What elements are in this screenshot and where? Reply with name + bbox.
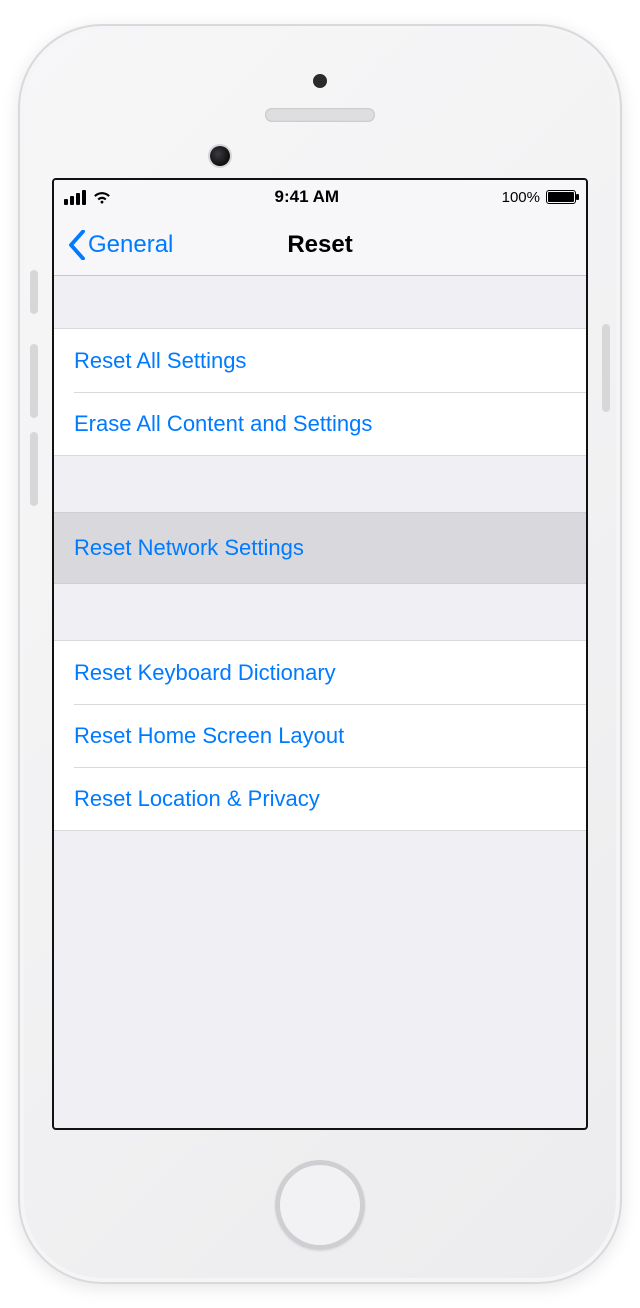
row-label: Erase All Content and Settings: [74, 411, 372, 437]
reset-all-settings-row[interactable]: Reset All Settings: [54, 329, 586, 392]
status-time: 9:41 AM: [275, 187, 340, 207]
row-label: Reset Network Settings: [74, 535, 304, 561]
status-bar: 9:41 AM 100%: [54, 180, 586, 214]
reset-location-privacy-row[interactable]: Reset Location & Privacy: [54, 767, 586, 830]
chevron-left-icon: [68, 230, 86, 260]
earpiece-speaker: [265, 108, 375, 122]
mute-switch: [30, 270, 38, 314]
reset-home-screen-layout-row[interactable]: Reset Home Screen Layout: [54, 704, 586, 767]
reset-keyboard-dictionary-row[interactable]: Reset Keyboard Dictionary: [54, 641, 586, 704]
home-button[interactable]: [275, 1160, 365, 1250]
row-label: Reset All Settings: [74, 348, 246, 374]
sensor-dot: [313, 74, 327, 88]
group-general-reset: Reset All Settings Erase All Content and…: [54, 328, 586, 456]
section-spacer: [54, 456, 586, 512]
power-button: [602, 324, 610, 412]
group-other-resets: Reset Keyboard Dictionary Reset Home Scr…: [54, 640, 586, 831]
battery-icon: [546, 190, 576, 204]
cellular-signal-icon: [64, 190, 86, 205]
screen: 9:41 AM 100% General Reset Reset All Set…: [52, 178, 588, 1130]
group-network: Reset Network Settings: [54, 512, 586, 584]
row-label: Reset Home Screen Layout: [74, 723, 344, 749]
row-label: Reset Location & Privacy: [74, 786, 320, 812]
row-label: Reset Keyboard Dictionary: [74, 660, 336, 686]
page-title: Reset: [287, 231, 352, 259]
back-label: General: [88, 231, 173, 259]
reset-network-settings-row[interactable]: Reset Network Settings: [54, 513, 586, 583]
erase-all-content-row[interactable]: Erase All Content and Settings: [54, 392, 586, 455]
phone-body: 9:41 AM 100% General Reset Reset All Set…: [18, 24, 622, 1284]
section-spacer: [54, 276, 586, 328]
volume-down-button: [30, 432, 38, 506]
back-button[interactable]: General: [62, 214, 179, 275]
settings-list: Reset All Settings Erase All Content and…: [54, 276, 586, 831]
navigation-bar: General Reset: [54, 214, 586, 276]
battery-percent: 100%: [502, 189, 540, 206]
volume-up-button: [30, 344, 38, 418]
front-camera: [210, 146, 230, 166]
section-spacer: [54, 584, 586, 640]
wifi-icon: [92, 190, 112, 204]
